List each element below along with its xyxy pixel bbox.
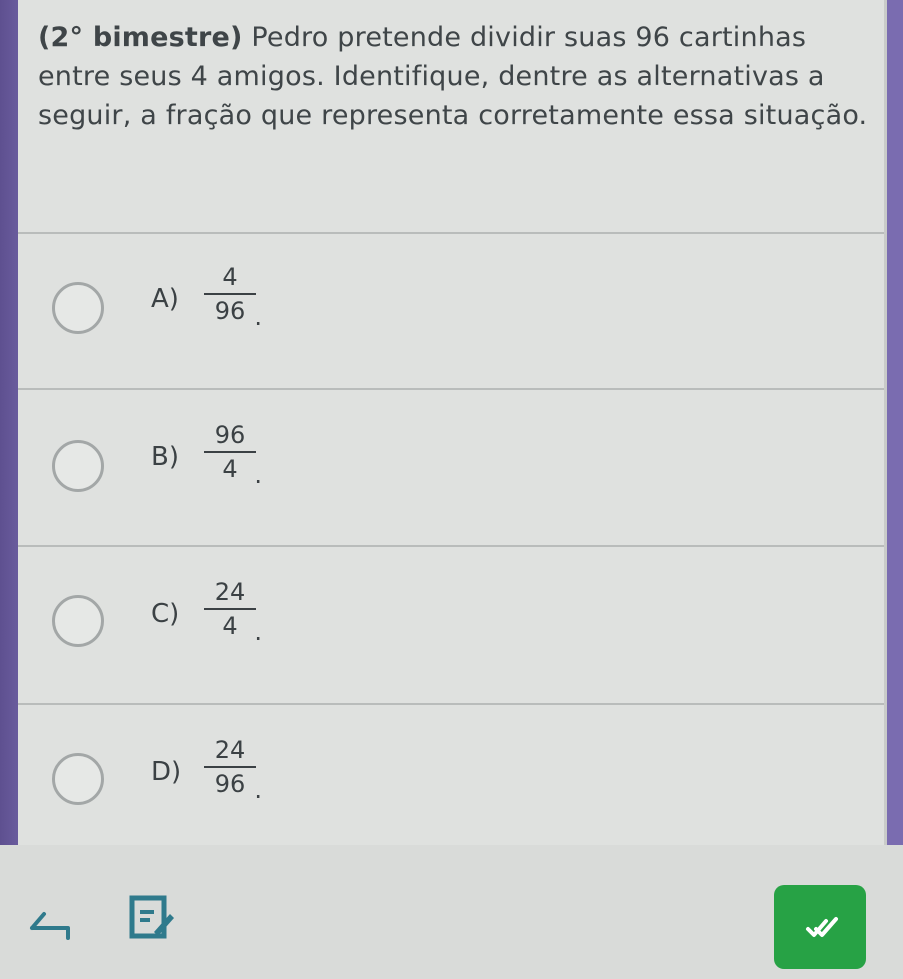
option-c[interactable]: C) 24 4 .	[18, 547, 884, 697]
option-d-fraction: 24 96 .	[200, 736, 262, 803]
option-b-denominator: 4	[222, 455, 238, 483]
fraction-bar	[204, 451, 256, 453]
option-c-denominator: 4	[222, 612, 238, 640]
question-text: (2° bimestre) Pedro pretende dividir sua…	[38, 18, 868, 135]
option-d-period: .	[254, 776, 262, 804]
option-a[interactable]: A) 4 96 .	[18, 234, 884, 384]
option-b-letter: B)	[151, 442, 179, 472]
question-lead: (2° bimestre)	[38, 22, 243, 53]
notes-button[interactable]	[120, 890, 180, 950]
option-b[interactable]: B) 96 4 .	[18, 390, 884, 540]
option-b-fraction: 96 4 .	[200, 421, 262, 488]
option-a-period: .	[254, 303, 262, 331]
fraction-bar	[204, 293, 256, 295]
question-card: (2° bimestre) Pedro pretende dividir sua…	[18, 0, 887, 845]
option-d[interactable]: D) 24 96 .	[18, 705, 884, 855]
notes-edit-icon	[129, 895, 174, 939]
option-a-denominator: 96	[214, 297, 246, 325]
back-arrow-icon	[30, 912, 70, 940]
option-b-radio[interactable]	[52, 440, 104, 492]
screen-frame: (2° bimestre) Pedro pretende dividir sua…	[0, 0, 903, 979]
option-d-numerator: 24	[214, 736, 246, 764]
option-a-fraction: 4 96 .	[200, 263, 262, 330]
confirm-button[interactable]	[774, 885, 866, 969]
option-b-period: .	[254, 461, 262, 489]
option-d-letter: D)	[151, 757, 182, 787]
fraction-bar	[204, 608, 256, 610]
option-d-radio[interactable]	[52, 753, 104, 805]
option-a-letter: A)	[151, 284, 179, 314]
option-a-radio[interactable]	[52, 282, 104, 334]
option-c-fraction: 24 4 .	[200, 578, 262, 645]
option-a-numerator: 4	[222, 263, 238, 291]
option-c-period: .	[254, 618, 262, 646]
option-c-numerator: 24	[214, 578, 246, 606]
bottom-toolbar	[0, 845, 903, 979]
option-b-numerator: 96	[214, 421, 246, 449]
option-c-letter: C)	[151, 599, 180, 629]
double-check-icon	[806, 917, 838, 937]
option-d-denominator: 96	[214, 770, 246, 798]
back-button[interactable]	[20, 900, 80, 940]
option-c-radio[interactable]	[52, 595, 104, 647]
fraction-bar	[204, 766, 256, 768]
